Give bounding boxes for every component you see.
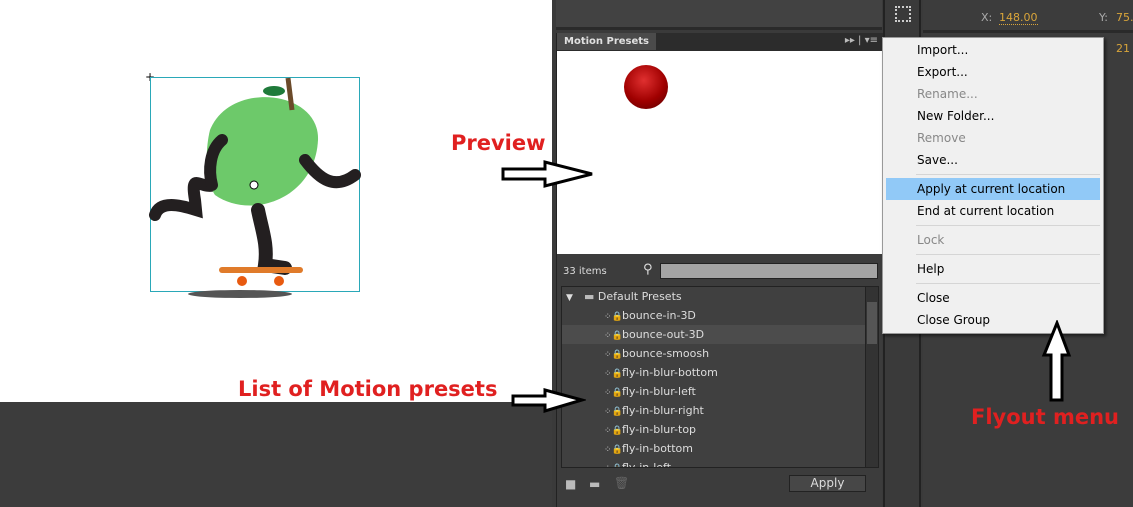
preset-item[interactable]: ⁘🔒bounce-in-3D — [562, 306, 878, 325]
annotation-list: List of Motion presets — [238, 377, 498, 401]
preset-item[interactable]: ⁘🔒bounce-smoosh — [562, 344, 878, 363]
apply-button[interactable]: Apply — [789, 475, 866, 492]
y-label: Y: — [1099, 11, 1108, 24]
menu-item-new-folder[interactable]: New Folder... — [883, 105, 1103, 127]
presets-list[interactable]: ▼ ▬ Default Presets ⁘🔒bounce-in-3D ⁘🔒bounc… — [561, 286, 879, 468]
panel-dock-top — [556, 0, 882, 30]
expand-triangle-icon[interactable]: ▼ — [562, 289, 584, 308]
menu-item-close[interactable]: Close — [883, 287, 1103, 309]
preset-label: fly-in-blur-left — [622, 385, 696, 398]
search-icon: ⚲ — [643, 262, 653, 277]
motion-presets-panel: Motion Presets ▸▸ | ▾≡ 33 items ⚲ ▼ ▬ Def… — [556, 33, 883, 507]
folder-label: Default Presets — [597, 290, 682, 303]
w-value[interactable]: 21 — [1116, 42, 1130, 55]
preset-item[interactable]: ⁘🔒fly-in-bottom — [562, 439, 878, 458]
menu-item-help[interactable]: Help — [883, 258, 1103, 280]
menu-item-lock[interactable]: Lock — [883, 229, 1103, 251]
preset-label: bounce-out-3D — [622, 328, 705, 341]
menu-separator — [916, 174, 1100, 175]
stage-canvas[interactable]: + — [0, 0, 552, 402]
annotation-preview: Preview — [451, 131, 546, 155]
preview-ball — [624, 65, 668, 109]
menu-separator — [916, 283, 1100, 284]
preset-item[interactable]: ⁘🔒fly-in-blur-right — [562, 401, 878, 420]
preset-item[interactable]: ⁘🔒fly-in-blur-top — [562, 420, 878, 439]
search-input[interactable] — [660, 263, 878, 279]
character-artwork[interactable]: + — [0, 0, 552, 402]
menu-separator — [916, 225, 1100, 226]
arrow-right-icon — [501, 160, 593, 188]
menu-item-save[interactable]: Save... — [883, 149, 1103, 171]
menu-item-end-at-current-location[interactable]: End at current location — [883, 200, 1103, 222]
arrow-up-icon — [1041, 320, 1072, 402]
preset-item[interactable]: ⁘🔒bounce-out-3D — [562, 325, 878, 344]
preset-label: fly-in-blur-right — [622, 404, 704, 417]
preset-label: fly-in-bottom — [622, 442, 693, 455]
preset-label: bounce-smoosh — [622, 347, 710, 360]
x-label: X: — [981, 11, 993, 24]
preset-label: fly-in-left — [622, 461, 672, 468]
locked-preset-icon: ⁘🔒 — [604, 460, 623, 467]
tab-motion-presets[interactable]: Motion Presets — [557, 33, 657, 50]
x-value[interactable]: 148.00 — [999, 11, 1038, 25]
preset-label: bounce-in-3D — [622, 309, 696, 322]
annotation-flyout: Flyout menu — [971, 405, 1119, 429]
preset-label: fly-in-blur-top — [622, 423, 697, 436]
menu-item-remove[interactable]: Remove — [883, 127, 1103, 149]
menu-item-rename[interactable]: Rename... — [883, 83, 1103, 105]
folder-default-presets[interactable]: ▼ ▬ Default Presets — [562, 287, 878, 306]
preset-item[interactable]: ⁘🔒fly-in-left — [562, 458, 878, 468]
new-preset-icon[interactable]: ■ — [565, 477, 576, 491]
timeline-area — [0, 402, 552, 507]
preset-item[interactable]: ⁘🔒fly-in-blur-bottom — [562, 363, 878, 382]
menu-separator — [916, 254, 1100, 255]
scroll-thumb[interactable] — [867, 302, 877, 344]
arrow-right-icon — [511, 388, 586, 414]
new-folder-icon[interactable]: ▬ — [589, 477, 600, 491]
menu-item-export[interactable]: Export... — [883, 61, 1103, 83]
folder-icon: ▬ — [584, 290, 598, 303]
scrollbar[interactable] — [865, 287, 878, 467]
menu-item-import[interactable]: Import... — [883, 39, 1103, 61]
preset-item[interactable]: ⁘🔒fly-in-blur-left — [562, 382, 878, 401]
trash-icon[interactable]: 🗑 — [614, 476, 629, 490]
preset-label: fly-in-blur-bottom — [622, 366, 718, 379]
transform-icon[interactable] — [895, 6, 911, 22]
preview-area — [557, 51, 883, 254]
menu-item-apply-at-current-location[interactable]: Apply at current location — [886, 178, 1100, 200]
flyout-menu: Import... Export... Rename... New Folder...… — [882, 37, 1104, 334]
item-count: 33 items — [563, 266, 607, 277]
y-value[interactable]: 75. — [1116, 11, 1133, 24]
panel-menu-button[interactable]: ▸▸ | ▾≡ — [845, 35, 878, 46]
